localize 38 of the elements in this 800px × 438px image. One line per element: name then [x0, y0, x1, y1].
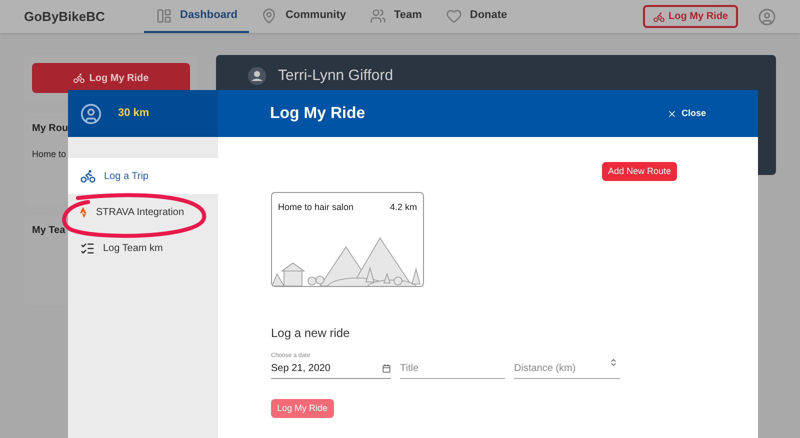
card-title: My Tea [32, 224, 66, 238]
bicycle-icon [652, 10, 665, 22]
log-ride-button[interactable]: Log My Ride [642, 5, 738, 28]
modal-title: Log My Ride [270, 104, 366, 124]
calendar-icon[interactable] [382, 364, 391, 373]
route-card[interactable]: Home to hair salon 4.2 km [271, 192, 424, 287]
avatar-icon [80, 102, 102, 124]
add-route-button[interactable]: Add New Route [602, 162, 677, 181]
card-text: Home to [32, 148, 68, 161]
log-ride-button[interactable]: Log My Ride [32, 63, 190, 93]
title-field[interactable]: Title [400, 361, 505, 379]
profile-name: Terri-Lynn Gifford [278, 67, 394, 85]
route-name: Home to hair salon [278, 201, 354, 214]
sidebar-item[interactable]: Log a Trip [68, 158, 218, 194]
people-icon [370, 8, 386, 24]
checklist-icon [80, 240, 95, 256]
logo: GoByBikeBC [24, 8, 106, 26]
nav-tab[interactable]: Donate [434, 0, 520, 33]
card-title: My Rou [32, 122, 70, 136]
distance-field[interactable]: Distance (km) [514, 361, 620, 379]
sidebar-item[interactable]: STRAVA Integration [68, 194, 218, 230]
nav-tab[interactable]: Team [358, 0, 434, 33]
route-distance: 4.2 km [390, 201, 417, 214]
strava-icon [80, 206, 88, 218]
heart-icon [446, 8, 462, 24]
nav-tab[interactable]: Community [249, 0, 358, 33]
close-icon [667, 108, 678, 118]
stepper-icon[interactable] [609, 358, 618, 367]
layout-icon [156, 8, 172, 24]
distance-total: 30 km [118, 106, 150, 122]
nav-tab[interactable]: Dashboard [144, 0, 250, 33]
avatar-icon [248, 67, 266, 85]
section-heading: Log a new ride [271, 325, 351, 342]
bicycle-icon [80, 168, 96, 184]
bicycle-icon [73, 72, 86, 84]
close-button[interactable]: Close [667, 106, 706, 120]
sidebar-item[interactable]: Log Team km [68, 230, 218, 266]
map-pin-icon [261, 8, 278, 24]
